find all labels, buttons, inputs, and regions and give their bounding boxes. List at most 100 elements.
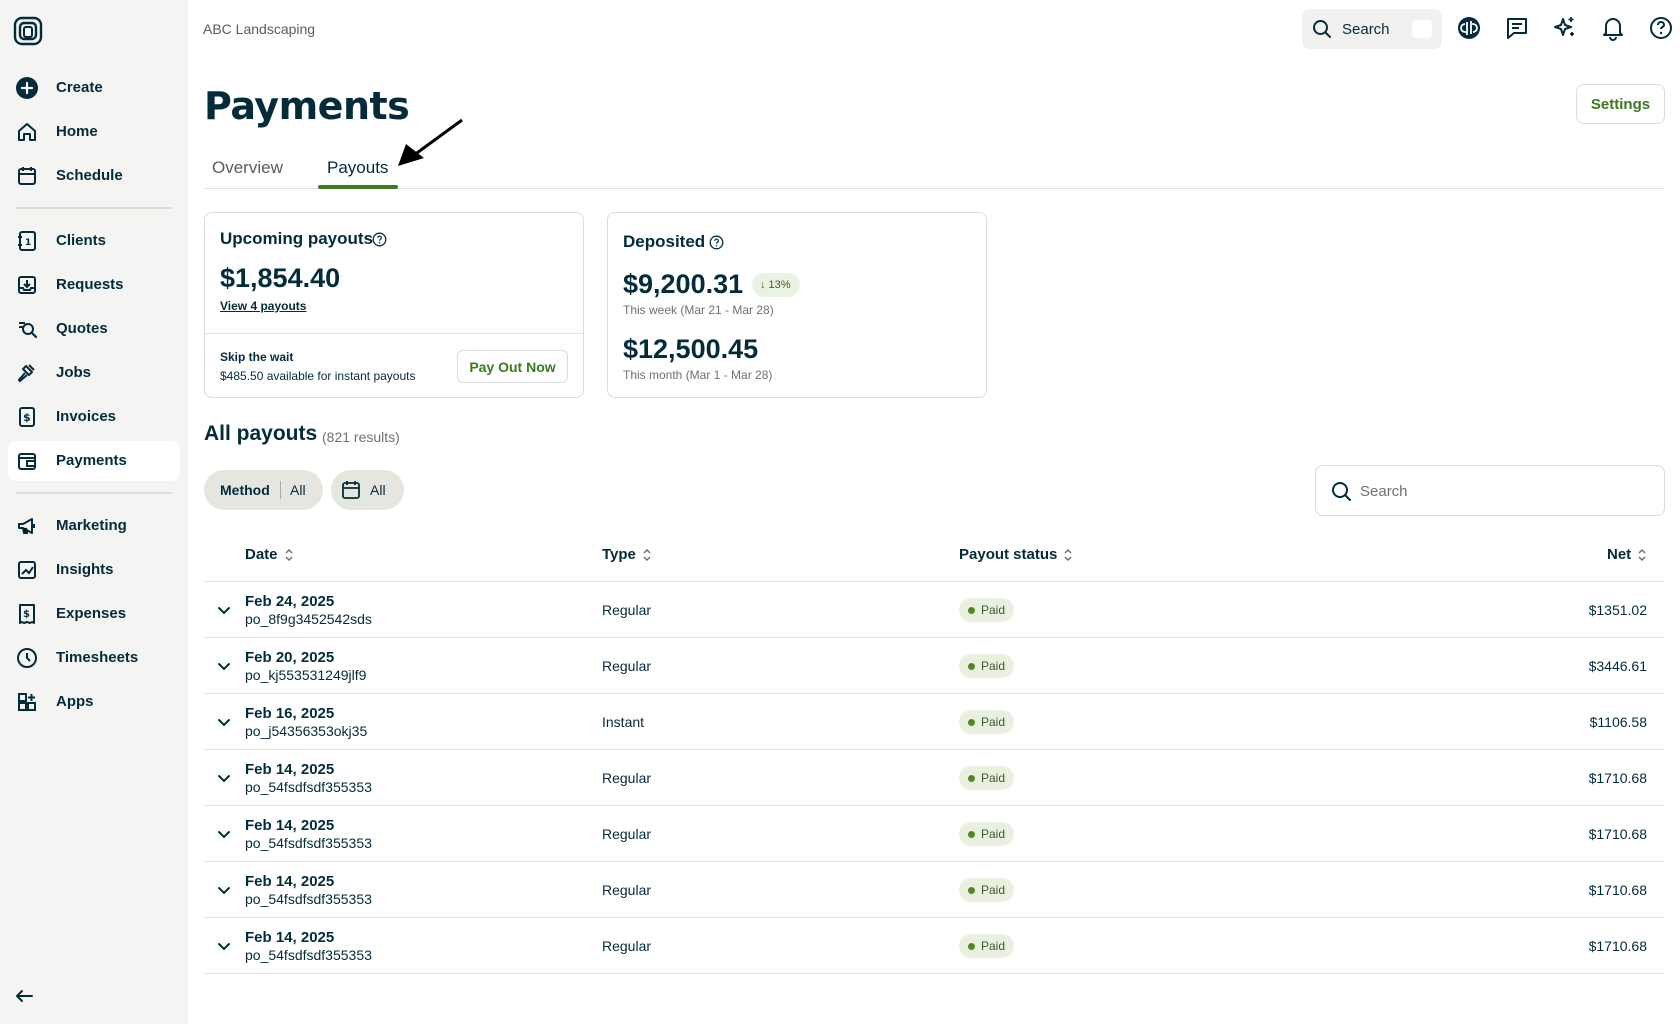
table-row[interactable]: Feb 14, 2025 po_54fsdfsdf355353 Regular … — [204, 918, 1665, 974]
date-filter[interactable]: All — [331, 470, 404, 510]
sidebar-item-insights[interactable]: Insights — [8, 550, 180, 590]
sidebar-item-label: Marketing — [56, 517, 127, 534]
sidebar-item-invoices[interactable]: $ Invoices — [8, 397, 180, 437]
filter-value: All — [290, 482, 306, 498]
payout-date: Feb 14, 2025 — [245, 761, 335, 778]
pay-out-now-button[interactable]: Pay Out Now — [457, 350, 568, 383]
table-row[interactable]: Feb 24, 2025 po_8f9g3452542sds Regular P… — [204, 582, 1665, 638]
payout-id: po_54fsdfsdf355353 — [245, 835, 372, 851]
change-percent: 13% — [768, 279, 791, 291]
payout-date: Feb 24, 2025 — [245, 593, 335, 610]
inbox-download-icon — [16, 274, 38, 296]
status-badge: Paid — [959, 878, 1015, 902]
sidebar-item-label: Apps — [56, 693, 94, 710]
sidebar-item-label: Quotes — [56, 320, 108, 337]
chevron-down-icon[interactable] — [216, 938, 232, 954]
status-dot — [968, 662, 975, 670]
jobber-logo-icon[interactable] — [13, 16, 43, 46]
table-row[interactable]: Feb 20, 2025 po_kj553531249jlf9 Regular … — [204, 638, 1665, 694]
sidebar-item-payments[interactable]: Payments — [8, 441, 180, 481]
sidebar-item-timesheets[interactable]: Timesheets — [8, 638, 180, 678]
sidebar-item-marketing[interactable]: Marketing — [8, 506, 180, 546]
info-icon[interactable] — [372, 232, 387, 247]
payout-id: po_54fsdfsdf355353 — [245, 947, 372, 963]
table-row[interactable]: Feb 14, 2025 po_54fsdfsdf355353 Regular … — [204, 806, 1665, 862]
week-caption: This week (Mar 21 - Mar 28) — [623, 303, 774, 317]
tab-payouts[interactable]: Payouts — [327, 158, 388, 178]
hammer-icon — [16, 362, 38, 384]
results-count: (821 results) — [322, 429, 400, 445]
tab-overview[interactable]: Overview — [212, 158, 283, 178]
column-header-date[interactable]: Date — [245, 546, 294, 563]
sidebar-item-clients[interactable]: 1 Clients — [8, 221, 180, 261]
sidebar-item-home[interactable]: Home — [8, 112, 180, 152]
payout-type: Instant — [602, 714, 645, 730]
quickbooks-icon[interactable] — [1456, 15, 1482, 41]
apps-grid-icon — [16, 691, 38, 713]
payout-date: Feb 14, 2025 — [245, 929, 335, 946]
plus-circle-icon — [16, 77, 38, 99]
status-label: Paid — [981, 603, 1006, 617]
collapse-sidebar-arrow-icon[interactable] — [13, 985, 35, 1007]
sidebar: Create Home Schedule 1 Clients Requests … — [0, 0, 188, 1024]
upcoming-payouts-card: Upcoming payouts $1,854.40 View 4 payout… — [204, 212, 584, 398]
status-dot — [968, 886, 975, 894]
sidebar-item-label: Home — [56, 123, 98, 140]
payout-id: po_54fsdfsdf355353 — [245, 891, 372, 907]
chevron-down-icon[interactable] — [216, 770, 232, 786]
chart-icon — [16, 559, 38, 581]
filter-label: Method — [220, 482, 270, 498]
status-dot — [968, 774, 975, 782]
column-header-type[interactable]: Type — [602, 546, 652, 563]
card-title: Deposited — [623, 232, 706, 251]
status-label: Paid — [981, 715, 1006, 729]
chevron-down-icon[interactable] — [216, 714, 232, 730]
active-tab-indicator — [318, 185, 398, 189]
sidebar-item-requests[interactable]: Requests — [8, 265, 180, 305]
sidebar-item-create[interactable]: Create — [8, 68, 180, 108]
method-filter[interactable]: Method All — [204, 470, 323, 510]
svg-text:$: $ — [23, 411, 31, 424]
global-search-label: Search — [1342, 21, 1390, 38]
global-search-button[interactable]: Search — [1302, 9, 1442, 49]
status-badge: Paid — [959, 822, 1015, 846]
payout-type: Regular — [602, 882, 652, 898]
column-header-net[interactable]: Net — [1607, 546, 1647, 563]
view-payouts-link[interactable]: View 4 payouts — [220, 299, 306, 313]
sidebar-item-expenses[interactable]: $ Expenses — [8, 594, 180, 634]
sidebar-item-label: Insights — [56, 561, 114, 578]
help-icon[interactable] — [1648, 15, 1674, 41]
chevron-down-icon[interactable] — [216, 882, 232, 898]
payout-date: Feb 20, 2025 — [245, 649, 335, 666]
chevron-down-icon[interactable] — [216, 826, 232, 842]
info-icon[interactable] — [709, 235, 724, 250]
sparkle-ai-icon[interactable] — [1552, 15, 1578, 41]
week-deposited-amount: $9,200.31 — [623, 269, 744, 299]
table-row[interactable]: Feb 14, 2025 po_54fsdfsdf355353 Regular … — [204, 750, 1665, 806]
dollar-document-icon: $ — [16, 406, 38, 428]
chevron-down-icon[interactable] — [216, 658, 232, 674]
payout-type: Regular — [602, 826, 652, 842]
column-header-label: Date — [245, 546, 278, 563]
month-caption: This month (Mar 1 - Mar 28) — [623, 368, 773, 382]
home-icon — [16, 121, 38, 143]
payout-net: $1710.68 — [1588, 938, 1647, 954]
search-input[interactable] — [1360, 476, 1650, 506]
sidebar-item-jobs[interactable]: Jobs — [8, 353, 180, 393]
messages-icon[interactable] — [1504, 15, 1530, 41]
settings-button[interactable]: Settings — [1576, 84, 1665, 124]
sort-icon — [643, 548, 651, 561]
table-row[interactable]: Feb 14, 2025 po_54fsdfsdf355353 Regular … — [204, 862, 1665, 918]
sidebar-item-apps[interactable]: Apps — [8, 682, 180, 722]
chevron-down-icon[interactable] — [216, 602, 232, 618]
payout-date: Feb 14, 2025 — [245, 873, 335, 890]
bell-icon[interactable] — [1600, 15, 1626, 41]
search-document-icon — [16, 318, 38, 340]
sidebar-item-quotes[interactable]: Quotes — [8, 309, 180, 349]
sidebar-item-label: Schedule — [56, 167, 123, 184]
column-header-payout-status[interactable]: Payout status — [959, 546, 1073, 563]
month-deposited-amount: $12,500.45 — [623, 334, 759, 364]
sidebar-item-label: Expenses — [56, 605, 127, 622]
table-row[interactable]: Feb 16, 2025 po_j54356353okj35 Instant P… — [204, 694, 1665, 750]
sidebar-item-schedule[interactable]: Schedule — [8, 156, 180, 196]
